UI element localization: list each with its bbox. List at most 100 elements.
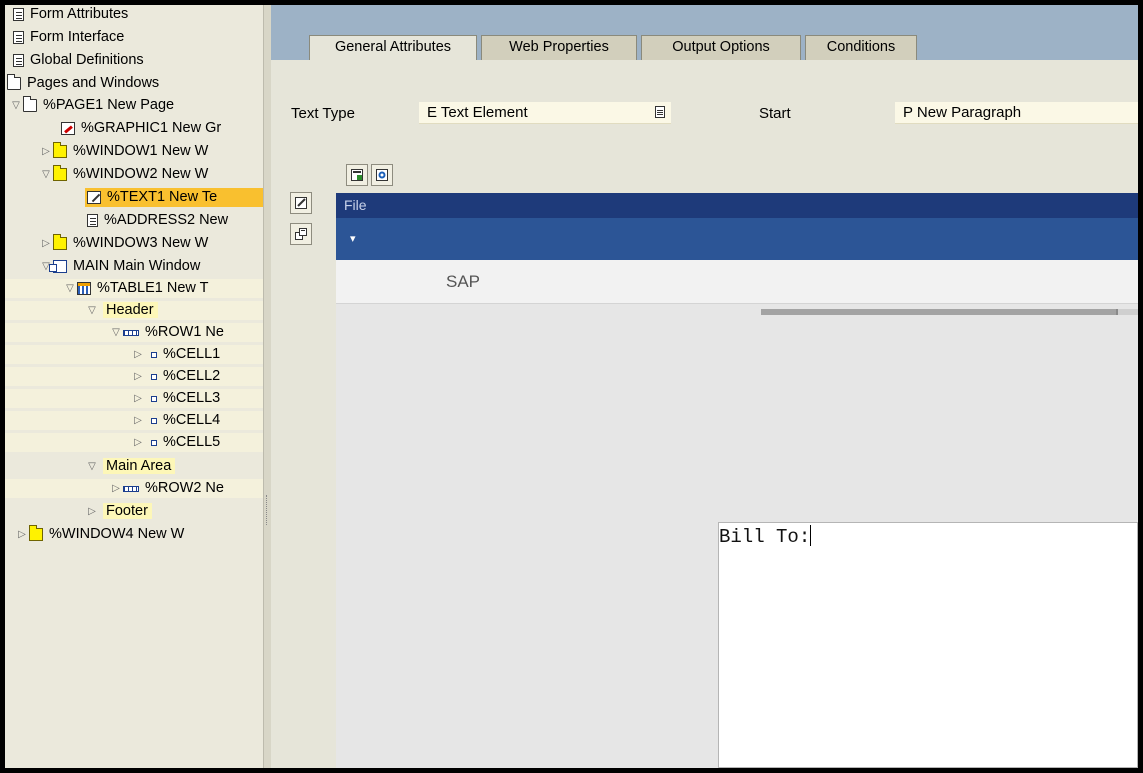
address-icon <box>87 214 98 227</box>
tree-item-pages-and-windows[interactable]: Pages and Windows <box>7 74 159 93</box>
tree-item-cell2[interactable]: ▷ %CELL2 <box>5 367 263 386</box>
insert-field-button[interactable] <box>346 164 368 186</box>
tree-item-row2[interactable]: ▷ %ROW2 Ne <box>5 479 263 498</box>
cell-icon <box>151 418 157 424</box>
panel-splitter[interactable] <box>263 5 271 768</box>
tree-item-address2[interactable]: %ADDRESS2 New <box>87 211 228 230</box>
window-icon <box>29 525 43 541</box>
collapsed-triangle-icon[interactable]: ▷ <box>85 502 99 521</box>
tree-item-window1[interactable]: ▷ %WINDOW1 New W <box>39 142 208 161</box>
editor-text-line[interactable]: Bill To: <box>719 525 812 548</box>
tab-conditions[interactable]: Conditions <box>805 35 917 60</box>
document-icon <box>13 8 24 21</box>
tree-item-cell5[interactable]: ▷ %CELL5 <box>5 433 263 452</box>
window-icon <box>53 234 67 250</box>
splitter-grip[interactable] <box>266 495 269 525</box>
tree-item-text1-selected[interactable]: %TEXT1 New Te <box>85 188 263 207</box>
value-help-icon[interactable] <box>655 106 665 118</box>
tree-item-cell4[interactable]: ▷ %CELL4 <box>5 411 263 430</box>
collapsed-triangle-icon[interactable]: ▷ <box>131 411 145 430</box>
collapsed-triangle-icon[interactable]: ▷ <box>39 234 53 253</box>
editor-toolbar: ▾ <box>336 218 1138 260</box>
form-tree-panel: Form Attributes Form Interface Global De… <box>5 5 263 768</box>
tab-strip: General Attributes Web Properties Output… <box>271 5 1138 61</box>
tree-item-page1[interactable]: ▽ %PAGE1 New Page <box>9 96 174 115</box>
expanded-triangle-icon[interactable]: ▽ <box>85 457 99 476</box>
cell-icon <box>151 374 157 380</box>
editor-document[interactable]: Bill To: <box>718 522 1138 768</box>
tree-item-window3[interactable]: ▷ %WINDOW3 New W <box>39 234 208 253</box>
editor-menubar: File <box>336 193 1138 218</box>
tree-item-window4[interactable]: ▷ %WINDOW4 New W <box>15 525 184 544</box>
expanded-triangle-icon[interactable]: ▽ <box>109 323 123 342</box>
tree-item-cell3[interactable]: ▷ %CELL3 <box>5 389 263 408</box>
editor-pen-button[interactable] <box>290 192 312 214</box>
tree-item-form-interface[interactable]: Form Interface <box>13 28 124 47</box>
pen-icon <box>295 197 307 209</box>
text-type-field[interactable]: E Text Element <box>419 102 671 124</box>
tree-item-table1[interactable]: ▽ %TABLE1 New T <box>5 279 263 298</box>
text-type-value: E Text Element <box>427 104 528 121</box>
tab-output-options[interactable]: Output Options <box>641 35 801 60</box>
tree-item-window2[interactable]: ▽ %WINDOW2 New W <box>39 165 208 184</box>
tree-item-graphic1[interactable]: %GRAPHIC1 New Gr <box>61 119 221 138</box>
page-folder-icon <box>23 96 37 112</box>
expanded-triangle-icon[interactable]: ▽ <box>63 279 77 298</box>
scrollbar-end[interactable] <box>1116 309 1138 315</box>
editor-text: Bill To: <box>719 526 811 548</box>
insert-field-icon <box>351 169 363 181</box>
editor-switch-button[interactable] <box>290 223 312 245</box>
expanded-triangle-icon[interactable]: ▽ <box>39 165 53 184</box>
edit-text-icon <box>87 191 101 204</box>
collapsed-triangle-icon[interactable]: ▷ <box>15 525 29 544</box>
main-window-icon <box>49 260 67 273</box>
collapsed-triangle-icon[interactable]: ▷ <box>39 142 53 161</box>
cell-icon <box>151 352 157 358</box>
tree-item-footer[interactable]: ▷ Footer <box>85 502 152 521</box>
toolbar-dropdown-icon[interactable]: ▾ <box>350 233 356 245</box>
symbol-icon <box>376 169 388 181</box>
horizontal-scrollbar[interactable] <box>761 309 1116 315</box>
editor-switch-icon <box>295 228 307 240</box>
row-icon <box>123 330 139 336</box>
tree-item-row1[interactable]: ▽ %ROW1 Ne <box>5 323 263 342</box>
sap-brand-label: SAP <box>446 272 481 291</box>
cell-icon <box>151 396 157 402</box>
collapsed-triangle-icon[interactable]: ▷ <box>131 433 145 452</box>
collapsed-triangle-icon[interactable]: ▷ <box>109 479 123 498</box>
expanded-triangle-icon[interactable]: ▽ <box>85 301 99 320</box>
tree-item-cell1[interactable]: ▷ %CELL1 <box>5 345 263 364</box>
tree-item-header[interactable]: ▽ Header <box>5 301 263 320</box>
collapsed-triangle-icon[interactable]: ▷ <box>131 345 145 364</box>
document-icon <box>13 54 24 67</box>
cell-icon <box>151 440 157 446</box>
text-cursor <box>810 525 812 546</box>
start-value: P New Paragraph <box>903 104 1022 121</box>
table-icon <box>77 282 91 295</box>
collapsed-triangle-icon[interactable]: ▷ <box>131 389 145 408</box>
tree-item-main-window[interactable]: ▽ MAIN Main Window <box>39 257 200 276</box>
graphic-icon <box>61 122 75 135</box>
start-label: Start <box>759 105 791 122</box>
window-icon <box>53 165 67 181</box>
tree-item-main-area[interactable]: ▽ Main Area <box>85 457 176 476</box>
content-area: General Attributes Web Properties Output… <box>271 5 1138 768</box>
collapsed-triangle-icon[interactable]: ▷ <box>131 367 145 386</box>
text-type-label: Text Type <box>291 105 355 122</box>
tab-general-attributes[interactable]: General Attributes <box>309 35 477 61</box>
tree-item-form-attributes[interactable]: Form Attributes <box>13 5 128 24</box>
document-icon <box>13 31 24 44</box>
insert-symbol-button[interactable] <box>371 164 393 186</box>
tree-item-global-definitions[interactable]: Global Definitions <box>13 51 144 70</box>
tab-web-properties[interactable]: Web Properties <box>481 35 637 60</box>
start-field[interactable]: P New Paragraph <box>895 102 1138 124</box>
row-icon <box>123 486 139 492</box>
app-frame: Form Attributes Form Interface Global De… <box>5 5 1138 768</box>
editor-header: SAP <box>336 260 1138 304</box>
general-attributes-panel: Text Type E Text Element Start P New Par… <box>271 60 1138 768</box>
menu-file[interactable]: File <box>344 197 367 213</box>
folder-open-icon <box>7 74 21 90</box>
expanded-triangle-icon[interactable]: ▽ <box>9 96 23 115</box>
text-editor: File ▾ SAP Bill To: <box>336 193 1138 768</box>
window-icon <box>53 142 67 158</box>
